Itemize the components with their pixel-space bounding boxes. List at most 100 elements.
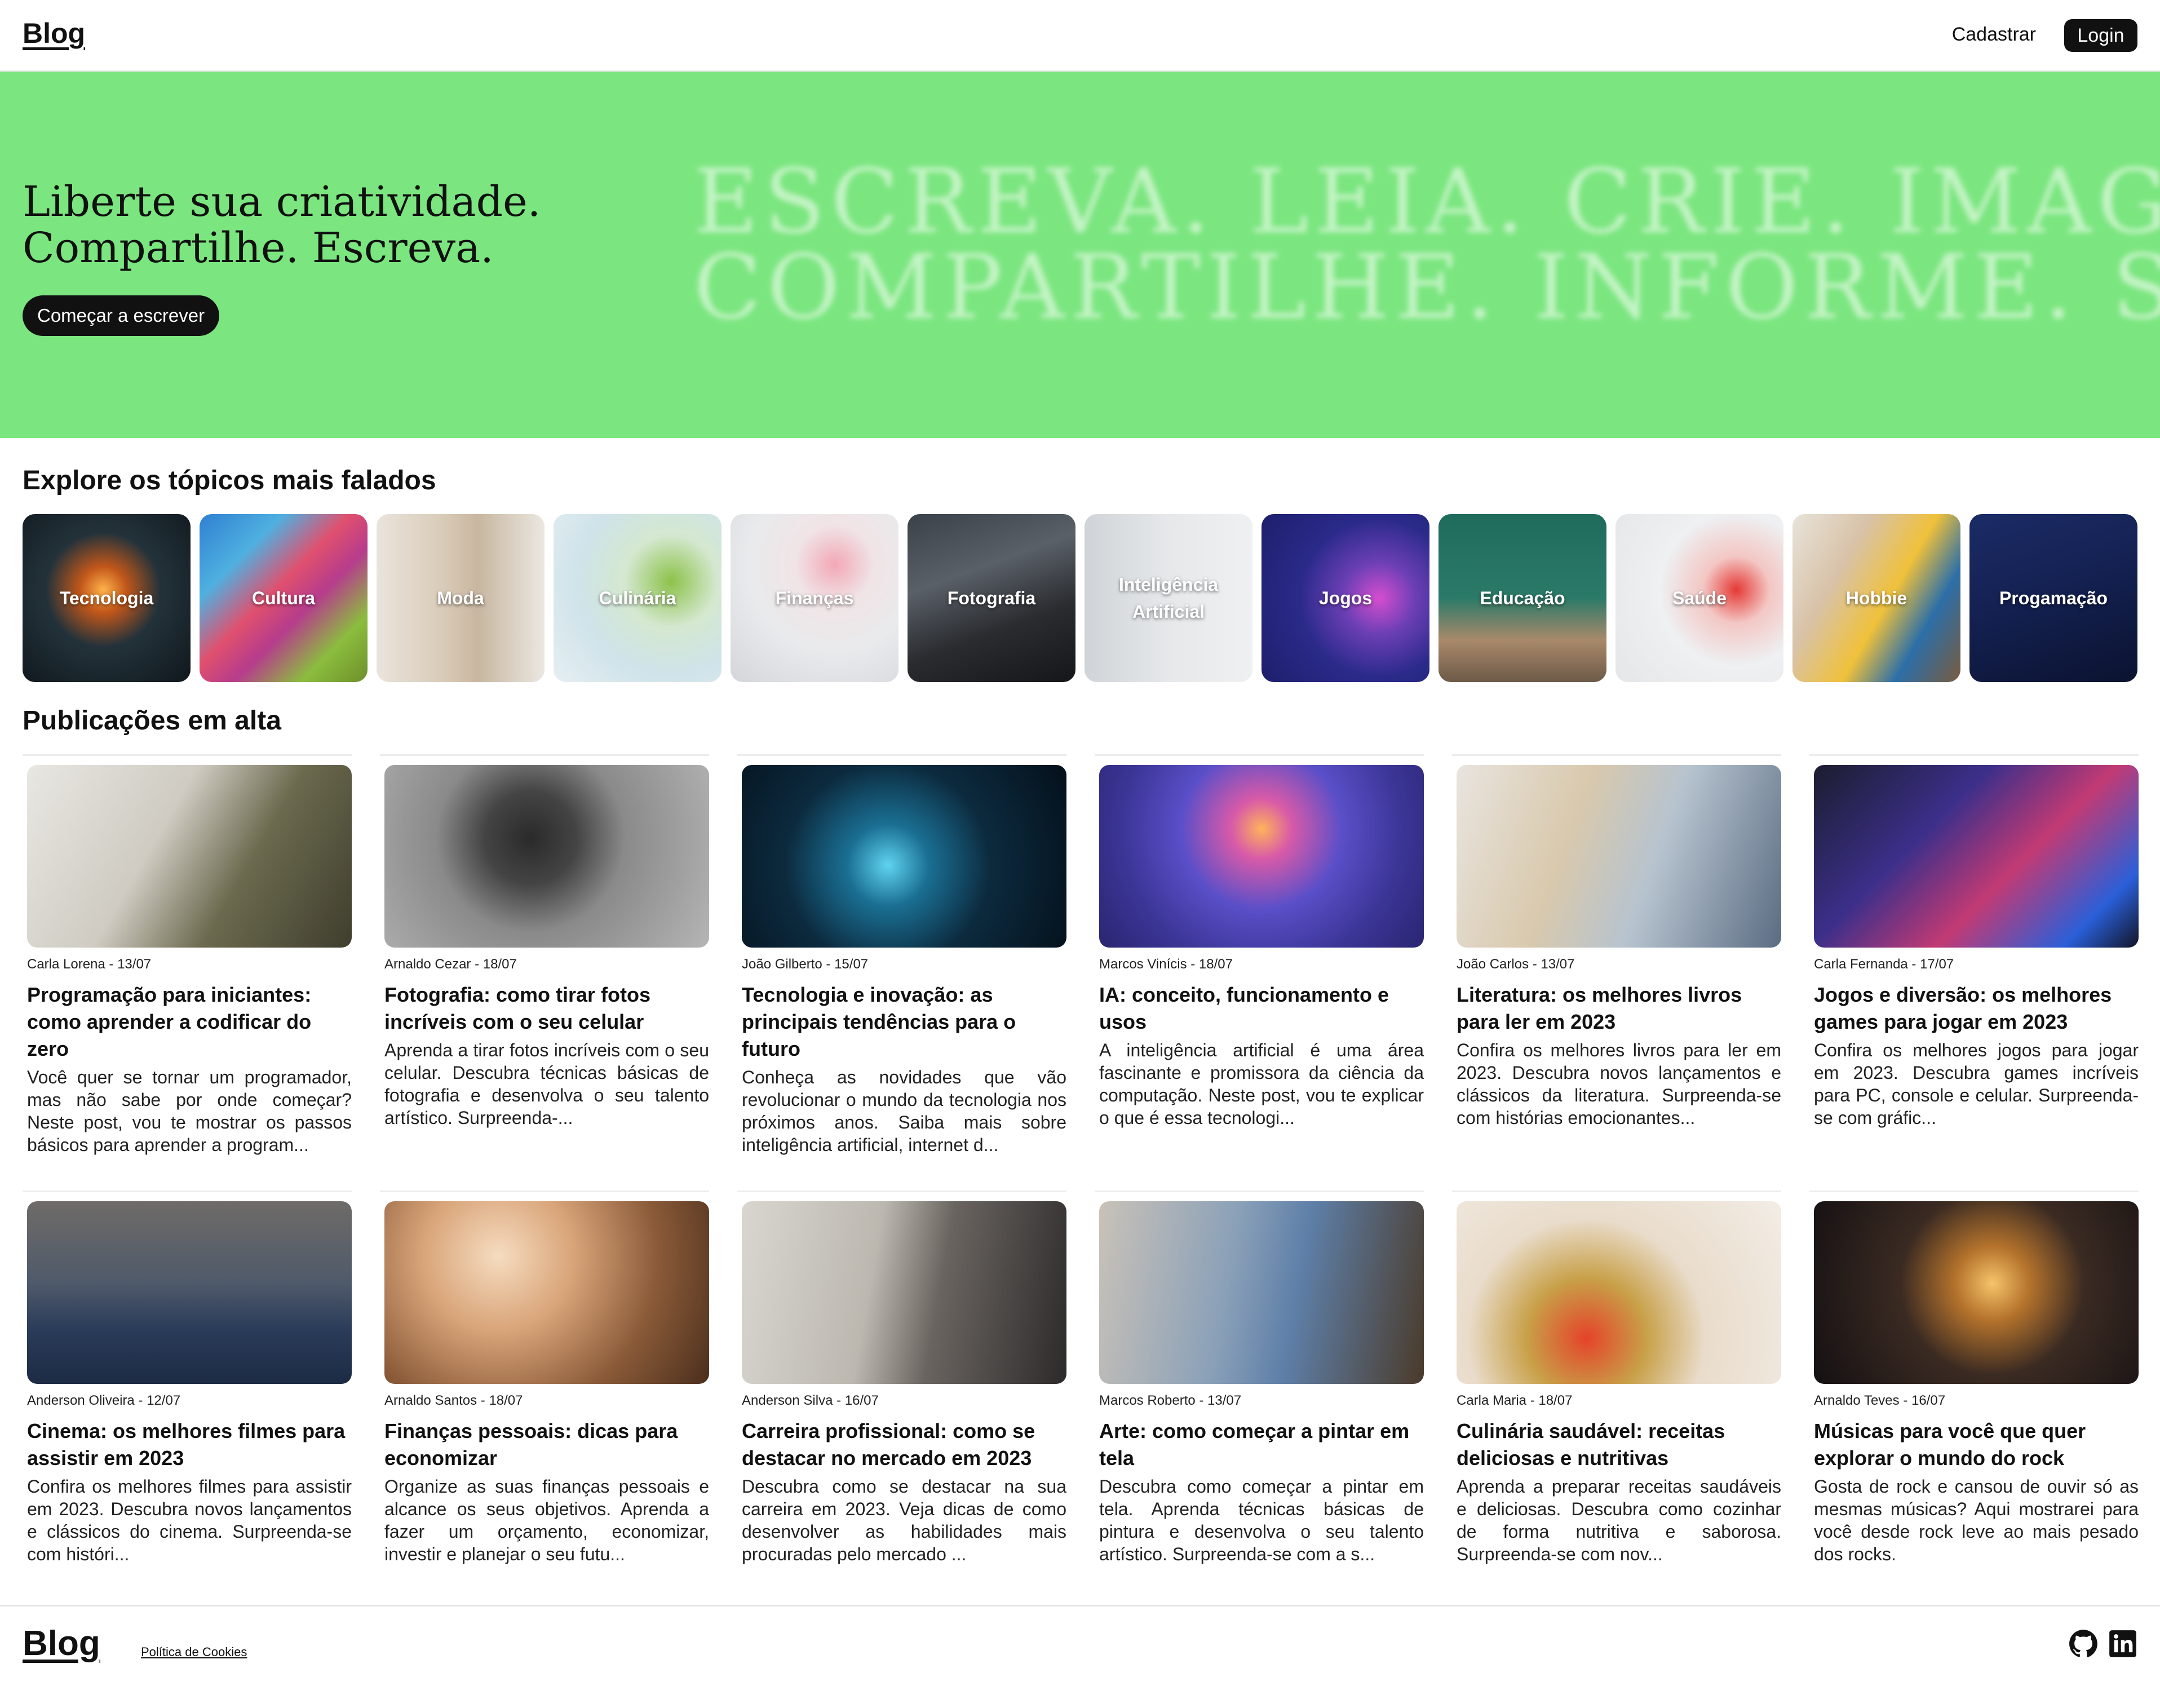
post-title[interactable]: Programação para iniciantes: como aprend… bbox=[27, 981, 352, 1063]
post-thumbnail[interactable] bbox=[1099, 765, 1424, 948]
post-excerpt: A inteligência artificial é uma área fas… bbox=[1099, 1040, 1424, 1128]
post-title[interactable]: Jogos e diversão: os melhores games para… bbox=[1814, 981, 2139, 1036]
post-excerpt: Organize as suas finanças pessoais e alc… bbox=[384, 1476, 709, 1564]
post-card[interactable]: Carla Maria - 18/07 Culinária saudável: … bbox=[1452, 1191, 1781, 1565]
post-card[interactable]: Arnaldo Cezar - 18/07 Fotografia: como t… bbox=[380, 754, 709, 1156]
footer: Blog Política de Cookies bbox=[0, 1605, 2160, 1708]
topic-card-financas[interactable]: Finanças bbox=[731, 514, 898, 682]
topic-label: Fotografia bbox=[947, 588, 1036, 608]
post-meta: Arnaldo Cezar - 18/07 bbox=[384, 957, 517, 972]
topic-label: Tecnologia bbox=[59, 588, 154, 608]
hero-line-1: Liberte sua criatividade. bbox=[23, 178, 541, 226]
topic-label: Progamação bbox=[1999, 588, 2108, 608]
post-meta: Marcos Vinícis - 18/07 bbox=[1099, 957, 1233, 972]
post-thumbnail[interactable] bbox=[27, 765, 352, 948]
posts-row-2: Anderson Oliveira - 12/07 Cinema: os mel… bbox=[23, 1191, 2139, 1565]
post-title[interactable]: Fotografia: como tirar fotos incríveis c… bbox=[384, 981, 709, 1036]
topic-label: Culinária bbox=[599, 588, 676, 608]
post-card[interactable]: Marcos Vinícis - 18/07 IA: conceito, fun… bbox=[1095, 754, 1424, 1156]
post-title[interactable]: IA: conceito, funcionamento e usos bbox=[1099, 981, 1424, 1036]
trending-section-title: Publicações em alta bbox=[23, 706, 281, 736]
signup-link[interactable]: Cadastrar bbox=[1952, 24, 2036, 46]
topic-label: Moda bbox=[437, 588, 484, 608]
post-card[interactable]: João Carlos - 13/07 Literatura: os melho… bbox=[1452, 754, 1781, 1156]
post-title[interactable]: Músicas para você que quer explorar o mu… bbox=[1814, 1418, 2139, 1472]
topic-card-cultura[interactable]: Cultura bbox=[200, 514, 368, 682]
topic-label: Finanças bbox=[775, 588, 854, 608]
post-thumbnail[interactable] bbox=[742, 1201, 1066, 1384]
hero-bg-line-2: COMPARTILHE. INFORME. SEJA. bbox=[693, 236, 2160, 339]
login-button[interactable]: Login bbox=[2064, 19, 2137, 52]
topic-label: Jogos bbox=[1318, 588, 1373, 608]
post-excerpt: Confira os melhores filmes para assistir… bbox=[27, 1476, 352, 1564]
post-thumbnail[interactable] bbox=[1457, 765, 1781, 948]
post-thumbnail[interactable] bbox=[1814, 765, 2139, 948]
post-meta: Anderson Oliveira - 12/07 bbox=[27, 1393, 181, 1408]
topic-label: Educação bbox=[1480, 588, 1565, 608]
topic-label: Saúde bbox=[1672, 588, 1727, 608]
topics-section-title: Explore os tópicos mais falados bbox=[23, 466, 436, 495]
post-title[interactable]: Culinária saudável: receitas deliciosas … bbox=[1457, 1418, 1781, 1472]
topic-card-programacao[interactable]: Progamação bbox=[1969, 514, 2137, 682]
top-navbar: Blog Cadastrar Login bbox=[0, 0, 2160, 72]
post-card[interactable]: Anderson Silva - 16/07 Carreira profissi… bbox=[737, 1191, 1066, 1565]
topic-card-hobbie[interactable]: Hobbie bbox=[1792, 514, 1960, 682]
hero-background-text: ESCREVA. LEIA. CRIE. IMAGINE. COMPARTILH… bbox=[693, 150, 2160, 339]
hero-bg-line-1: ESCREVA. LEIA. CRIE. IMAGINE. bbox=[693, 150, 2160, 254]
post-excerpt: Descubra como começar a pintar em tela. … bbox=[1099, 1476, 1424, 1564]
post-card[interactable]: Marcos Roberto - 13/07 Arte: como começa… bbox=[1095, 1191, 1424, 1565]
post-meta: Arnaldo Teves - 16/07 bbox=[1814, 1393, 1946, 1408]
post-title[interactable]: Arte: como começar a pintar em tela bbox=[1099, 1418, 1424, 1472]
topic-card-tecnologia[interactable]: Tecnologia bbox=[23, 514, 191, 682]
post-thumbnail[interactable] bbox=[27, 1201, 352, 1384]
post-title[interactable]: Finanças pessoais: dicas para economizar bbox=[384, 1418, 709, 1472]
post-title[interactable]: Tecnologia e inovação: as principais ten… bbox=[742, 981, 1066, 1063]
cookie-policy-link[interactable]: Política de Cookies bbox=[141, 1645, 247, 1660]
post-card[interactable]: Arnaldo Teves - 16/07 Músicas para você … bbox=[1809, 1191, 2139, 1565]
hero-headline: Liberte sua criatividade. Compartilhe. E… bbox=[23, 179, 541, 271]
topic-card-jogos[interactable]: Jogos bbox=[1262, 514, 1429, 682]
post-excerpt: Confira os melhores livros para ler em 2… bbox=[1457, 1040, 1781, 1128]
post-meta: Carla Maria - 18/07 bbox=[1457, 1393, 1573, 1408]
post-thumbnail[interactable] bbox=[1099, 1201, 1424, 1384]
topic-card-saude[interactable]: Saúde bbox=[1615, 514, 1783, 682]
post-thumbnail[interactable] bbox=[384, 1201, 709, 1384]
post-thumbnail[interactable] bbox=[742, 765, 1066, 948]
hero-banner: ESCREVA. LEIA. CRIE. IMAGINE. COMPARTILH… bbox=[0, 72, 2160, 438]
linkedin-icon[interactable] bbox=[2108, 1629, 2137, 1658]
post-meta: Carla Fernanda - 17/07 bbox=[1814, 957, 1954, 972]
post-meta: Anderson Silva - 16/07 bbox=[742, 1393, 879, 1408]
post-meta: Arnaldo Santos - 18/07 bbox=[384, 1393, 523, 1408]
github-icon[interactable] bbox=[2069, 1629, 2098, 1658]
post-meta: Marcos Roberto - 13/07 bbox=[1099, 1393, 1242, 1408]
hero-line-2: Compartilhe. Escreva. bbox=[23, 224, 494, 272]
post-card[interactable]: Arnaldo Santos - 18/07 Finanças pessoais… bbox=[380, 1191, 709, 1565]
post-meta: João Carlos - 13/07 bbox=[1457, 957, 1575, 972]
start-writing-button[interactable]: Começar a escrever bbox=[23, 295, 220, 336]
post-title[interactable]: Cinema: os melhores filmes para assistir… bbox=[27, 1418, 352, 1472]
topic-label: Cultura bbox=[252, 588, 315, 608]
post-thumbnail[interactable] bbox=[1814, 1201, 2139, 1384]
post-excerpt: Aprenda a tirar fotos incríveis com o se… bbox=[384, 1040, 709, 1128]
topic-card-culinaria[interactable]: Culinária bbox=[554, 514, 722, 682]
post-title[interactable]: Literatura: os melhores livros para ler … bbox=[1457, 981, 1781, 1036]
topic-card-fotografia[interactable]: Fotografia bbox=[908, 514, 1075, 682]
topic-card-moda[interactable]: Moda bbox=[377, 514, 545, 682]
post-title[interactable]: Carreira profissional: como se destacar … bbox=[742, 1418, 1066, 1472]
post-card[interactable]: Carla Lorena - 13/07 Programação para in… bbox=[23, 754, 352, 1156]
post-thumbnail[interactable] bbox=[384, 765, 709, 948]
header-logo[interactable]: Blog bbox=[23, 17, 85, 50]
topic-card-ia[interactable]: Inteligência Artificial bbox=[1085, 514, 1252, 682]
post-thumbnail[interactable] bbox=[1457, 1201, 1781, 1384]
topic-label: Inteligência Artificial bbox=[1118, 574, 1219, 622]
post-excerpt: Descubra como se destacar na sua carreir… bbox=[742, 1476, 1066, 1564]
post-card[interactable]: João Gilberto - 15/07 Tecnologia e inova… bbox=[737, 754, 1066, 1156]
footer-logo[interactable]: Blog bbox=[23, 1623, 100, 1663]
post-card[interactable]: Carla Fernanda - 17/07 Jogos e diversão:… bbox=[1809, 754, 2139, 1156]
topic-card-educacao[interactable]: Educação bbox=[1438, 514, 1606, 682]
post-meta: Carla Lorena - 13/07 bbox=[27, 957, 152, 972]
post-card[interactable]: Anderson Oliveira - 12/07 Cinema: os mel… bbox=[23, 1191, 352, 1565]
posts-row-1: Carla Lorena - 13/07 Programação para in… bbox=[23, 754, 2139, 1156]
post-excerpt: Gosta de rock e cansou de ouvir só as me… bbox=[1814, 1476, 2139, 1564]
post-excerpt: Conheça as novidades que vão revoluciona… bbox=[742, 1067, 1066, 1155]
